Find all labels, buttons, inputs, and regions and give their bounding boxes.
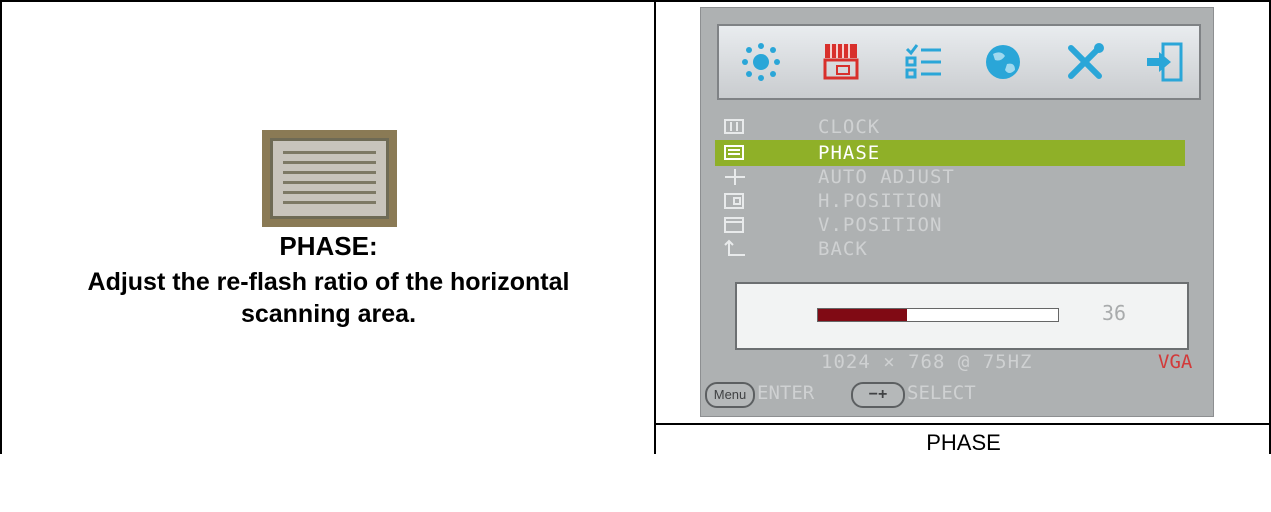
osd-top-icon-bar <box>717 24 1201 100</box>
menu-item-v-position[interactable]: V.POSITION <box>715 212 1185 238</box>
phase-icon <box>262 130 397 227</box>
phase-title: PHASE: <box>279 231 378 261</box>
phase-value: 36 <box>1102 301 1127 325</box>
menu-item-h-position[interactable]: H.POSITION <box>715 188 1185 214</box>
image-caption: PHASE <box>926 430 1001 455</box>
phase-slider[interactable] <box>817 308 1059 322</box>
osd-key-hints: Menu ENTER −+ SELECT <box>701 380 1213 410</box>
brightness-icon[interactable] <box>739 40 783 84</box>
image-icon[interactable] <box>821 40 865 84</box>
menu-item-back[interactable]: BACK <box>715 236 1185 262</box>
phase-slider-fill <box>818 309 907 321</box>
exit-icon[interactable] <box>1143 40 1187 84</box>
osd-menu-list: CLOCK PHASE AUTO ADJUST H.POSITION V.POS… <box>715 104 1199 264</box>
menu-item-auto-adjust[interactable]: AUTO ADJUST <box>715 164 1185 190</box>
select-label: SELECT <box>907 382 976 404</box>
menu-key[interactable]: Menu <box>705 382 755 408</box>
phase-icon <box>724 145 744 160</box>
adjust-key[interactable]: −+ <box>851 382 905 408</box>
phase-description: Adjust the re-flash ratio of the horizon… <box>87 268 570 328</box>
description-cell: PHASE: Adjust the re-flash ratio of the … <box>2 2 655 454</box>
menu-item-clock[interactable]: CLOCK <box>715 114 1185 140</box>
osd-menu: CLOCK PHASE AUTO ADJUST H.POSITION V.POS… <box>700 7 1214 417</box>
auto-adjust-icon <box>725 169 745 185</box>
v-position-icon <box>724 217 744 233</box>
globe-icon[interactable] <box>981 40 1025 84</box>
source-label: VGA <box>1158 351 1193 373</box>
clock-icon <box>724 119 744 134</box>
enter-label: ENTER <box>757 382 815 404</box>
menu-item-phase[interactable]: PHASE <box>715 140 1185 166</box>
back-icon <box>724 239 745 256</box>
phase-slider-panel: 36 <box>735 282 1189 350</box>
h-position-icon <box>724 193 744 209</box>
tools-icon[interactable] <box>1063 40 1107 84</box>
menu-list-icon[interactable] <box>901 40 945 84</box>
resolution-readout: 1024 × 768 @ 75HZ <box>821 351 1033 373</box>
